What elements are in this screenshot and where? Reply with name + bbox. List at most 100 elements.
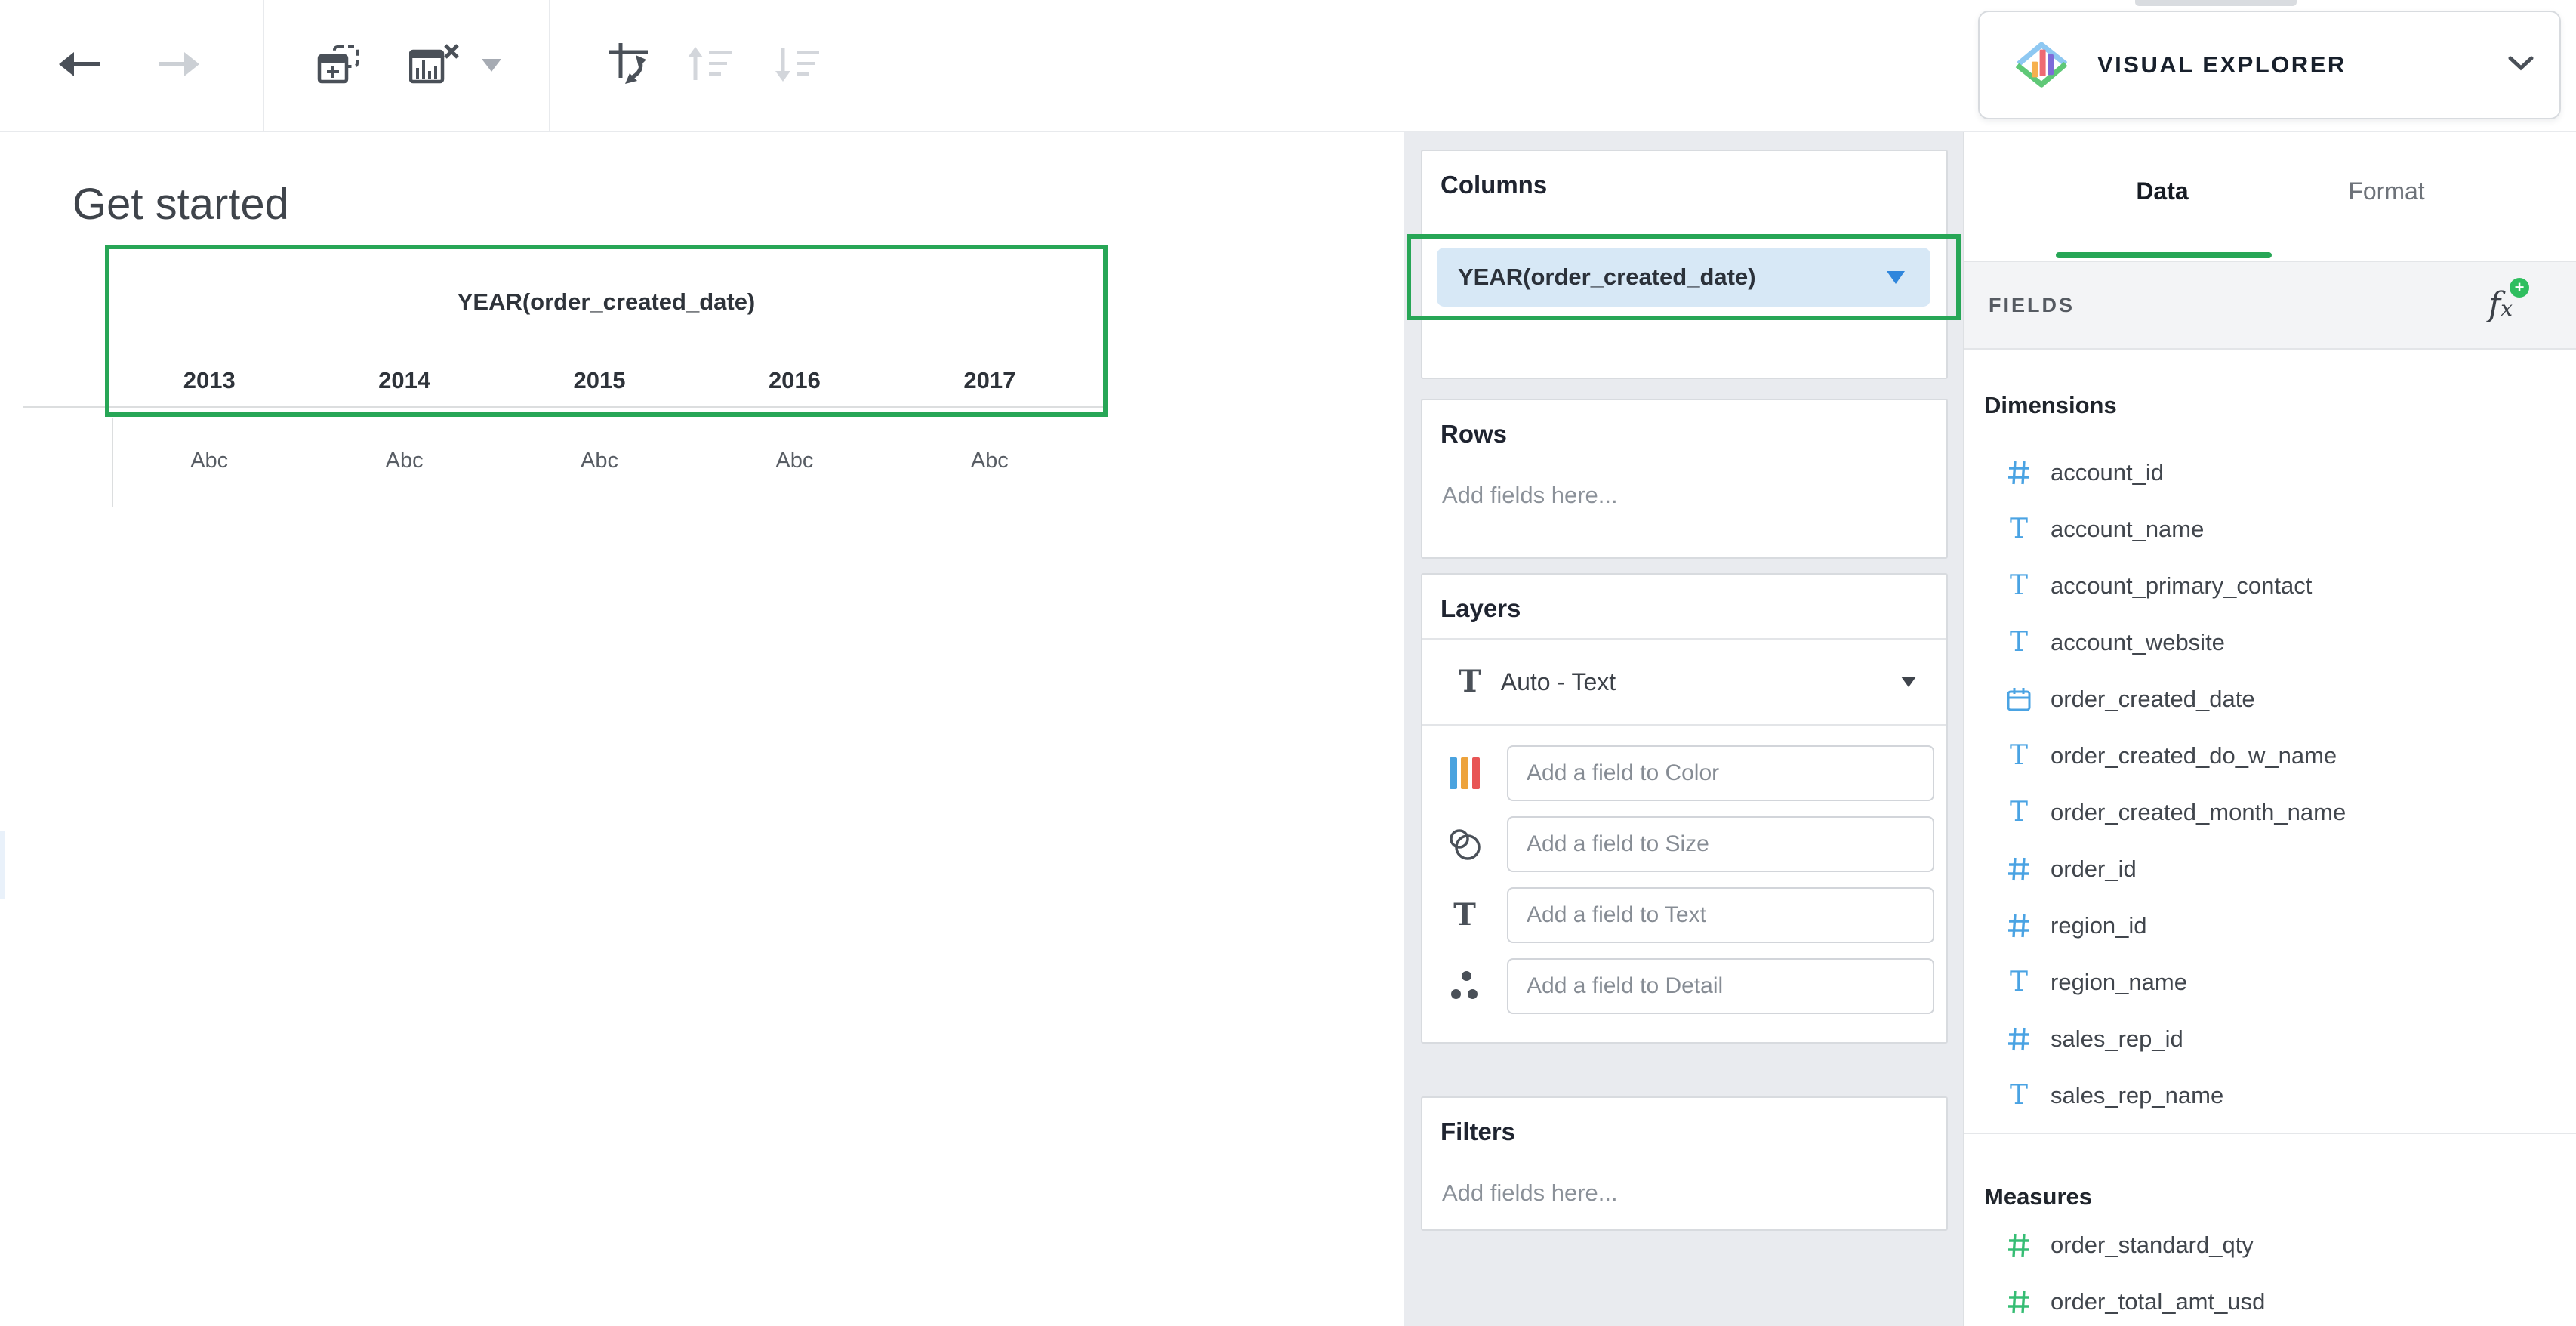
layers-shelf: Layers T Auto - Text [1421,573,1948,1044]
sort-descending-button[interactable] [755,0,840,131]
year-header[interactable]: 2017 [892,367,1087,394]
field-item[interactable]: account_id [1964,444,2576,501]
field-item[interactable]: order_created_date [1964,671,2576,727]
year-header[interactable]: 2013 [112,367,307,394]
field-item[interactable]: region_id [1964,897,2576,954]
detail-field-input[interactable] [1507,958,1934,1014]
year-header[interactable]: 2015 [502,367,697,394]
size-field-input[interactable] [1507,816,1934,872]
number-field-icon [2004,460,2034,486]
tab-format[interactable]: Format [2348,177,2424,205]
table-cell[interactable]: Abc [892,449,1087,473]
back-button[interactable] [38,0,122,131]
back-arrow-icon [56,49,104,82]
active-tab-indicator [2056,252,2272,258]
field-item[interactable]: T account_website [1964,614,2576,671]
number-field-icon [2004,856,2034,882]
table-cell[interactable]: Abc [502,449,697,473]
visual-explorer-menu[interactable]: VISUAL EXPLORER [1978,11,2561,119]
detail-slot-row [1422,951,1946,1022]
field-item[interactable]: sales_rep_id [1964,1010,2576,1067]
page-title: Get started [72,179,289,230]
add-calculated-field-button[interactable]: fx+ [2488,288,2513,322]
color-slot-row [1422,738,1946,809]
color-icon [1422,757,1507,789]
left-drawer-handle[interactable] [0,831,5,899]
shelf-panel: Columns YEAR(order_created_date) Rows Ad… [1404,132,1963,1326]
color-field-input[interactable] [1507,745,1934,801]
visual-explorer-logo-icon [2005,30,2078,100]
visual-explorer-app: VISUAL EXPLORER Get started YEAR(order_c… [0,0,2576,1326]
dimensions-section-title: Dimensions [1984,386,2117,425]
chevron-down-icon [482,59,501,72]
year-header[interactable]: 2016 [697,367,892,394]
number-field-icon [2004,1026,2034,1052]
number-field-icon [2004,913,2034,939]
toolbar-separator [263,0,264,131]
columns-shelf-title: Columns [1422,151,1946,199]
field-item[interactable]: T account_name [1964,501,2576,557]
year-header[interactable]: 2014 [307,367,501,394]
columns-field-pill[interactable]: YEAR(order_created_date) [1437,248,1930,307]
mark-type-label: Auto - Text [1501,668,1616,696]
text-field-icon: T [2004,629,2034,656]
text-field-input[interactable] [1507,887,1934,943]
highlighted-column-header[interactable]: YEAR(order_created_date) 2013 2014 2015 … [105,245,1108,417]
pill-dropdown-caret-icon[interactable] [1887,271,1905,284]
field-item[interactable]: T order_created_month_name [1964,784,2576,840]
text-field-icon: T [2004,1082,2034,1109]
text-field-icon: T [2004,516,2034,543]
new-worksheet-icon [316,44,360,87]
clear-worksheet-icon [409,44,461,87]
fields-section-header: FIELDS fx+ [1964,261,2576,350]
sort-descending-icon [772,45,822,85]
chevron-down-icon [2508,56,2534,75]
text-slot-row: T [1422,880,1946,951]
chevron-down-icon [1901,677,1916,687]
clear-worksheet-menu-button[interactable] [465,0,518,131]
scroll-artifact-bar [2135,0,2297,6]
table-cell[interactable]: Abc [307,449,501,473]
measures-section-title: Measures [1984,1177,2092,1217]
text-icon: T [1422,900,1507,930]
new-worksheet-button[interactable] [296,0,381,131]
sort-ascending-icon [685,45,735,85]
table-cell[interactable]: Abc [697,449,892,473]
field-item[interactable]: T sales_rep_name [1964,1067,2576,1124]
text-field-icon: T [2004,969,2034,996]
field-item[interactable]: order_id [1964,840,2576,897]
sort-ascending-button[interactable] [667,0,752,131]
app-title: VISUAL EXPLORER [2097,51,2346,79]
size-icon [1422,827,1507,862]
forward-button[interactable] [136,0,220,131]
text-field-icon: T [2004,742,2034,769]
detail-icon [1422,970,1507,1003]
table-placeholder-row: Abc Abc Abc Abc Abc [112,438,1087,483]
table-cell[interactable]: Abc [112,449,307,473]
filters-shelf-title: Filters [1422,1098,1946,1146]
columns-pill-label: YEAR(order_created_date) [1458,264,1756,291]
field-item[interactable]: T order_created_do_w_name [1964,727,2576,784]
plus-badge-icon: + [2510,278,2529,298]
date-field-icon [2004,686,2034,712]
table-year-headers: 2013 2014 2015 2016 2017 [112,367,1087,394]
mark-type-dropdown[interactable]: T Auto - Text [1422,640,1946,724]
toolbar-separator [549,0,550,131]
field-item[interactable]: T region_name [1964,954,2576,1010]
divider [1964,1133,2576,1134]
worksheet-canvas: Get started YEAR(order_created_date) 201… [0,132,1404,1326]
swap-rows-columns-button[interactable] [587,0,672,131]
swap-axes-icon [607,42,652,89]
rows-shelf[interactable]: Rows Add fields here... [1421,399,1948,559]
text-field-icon: T [2004,799,2034,826]
filters-shelf-placeholder: Add fields here... [1422,1146,1946,1207]
text-mark-icon: T [1459,667,1481,697]
rows-shelf-title: Rows [1422,400,1946,449]
field-item[interactable]: order_total_amt_usd [1964,1273,2576,1326]
field-item[interactable]: T account_primary_contact [1964,557,2576,614]
tab-data[interactable]: Data [2136,177,2188,205]
measures-list: order_standard_qty order_total_amt_usd [1964,1217,2576,1326]
filters-shelf[interactable]: Filters Add fields here... [1421,1096,1948,1231]
dimensions-list: account_id T account_name T account_prim… [1964,444,2576,1124]
field-item[interactable]: order_standard_qty [1964,1217,2576,1273]
